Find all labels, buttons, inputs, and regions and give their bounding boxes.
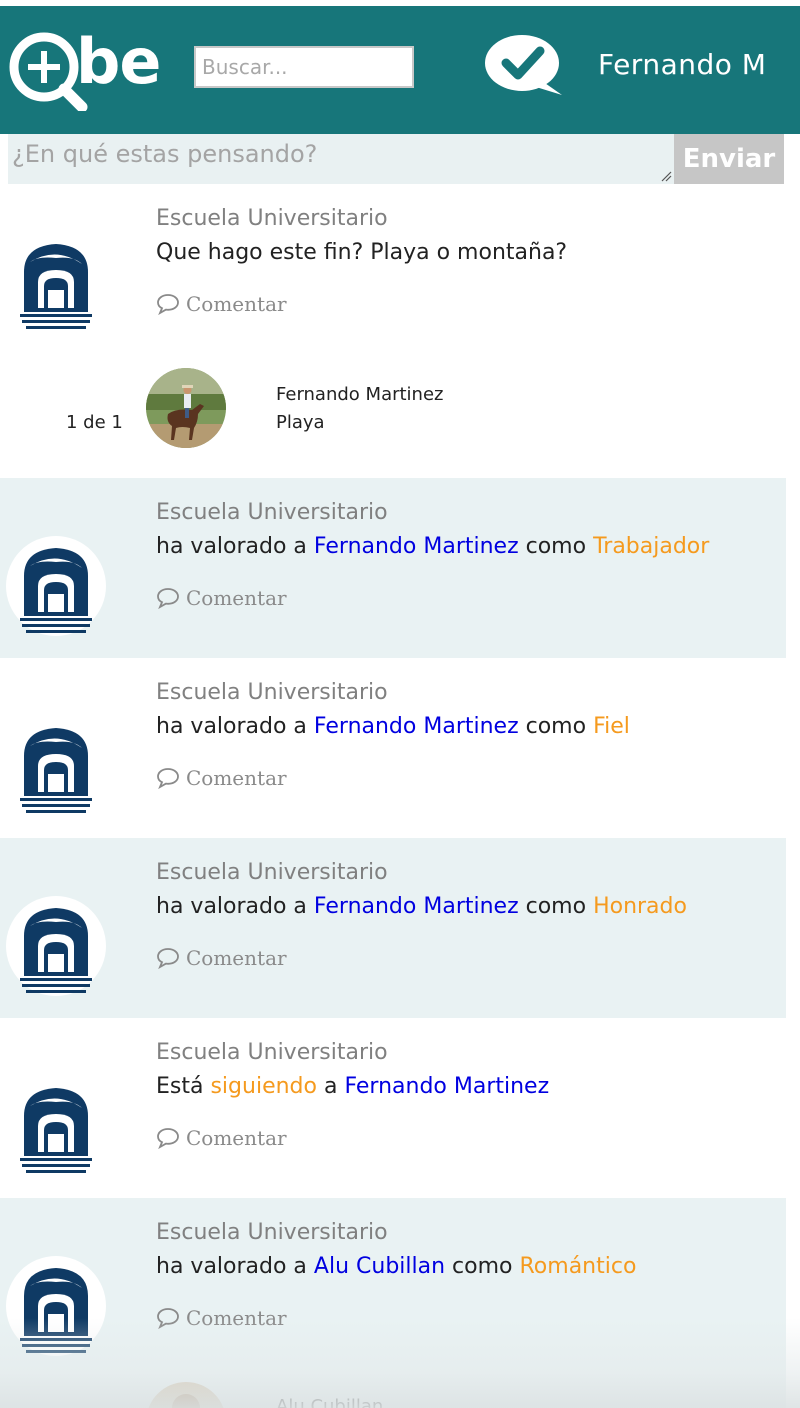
school-logo-icon xyxy=(20,908,92,993)
value-link[interactable]: Honrado xyxy=(593,894,687,919)
answer-user-photo[interactable] xyxy=(146,368,226,448)
post-text: Está siguiendo a Fernando Martinez xyxy=(156,1074,549,1099)
horse-rider-photo xyxy=(146,368,226,448)
value-link[interactable]: Romántico xyxy=(520,1254,637,1279)
speech-bubble-icon xyxy=(157,768,179,789)
text-pre: Está xyxy=(156,1074,211,1099)
speech-bubble-icon xyxy=(157,948,179,969)
comment-label: Comentar xyxy=(186,292,287,316)
feed-post: Escuela Universitario ha valorado a Fern… xyxy=(0,658,786,838)
subject-link[interactable]: Fernando Martinez xyxy=(314,714,519,739)
author-avatar[interactable] xyxy=(6,896,106,996)
comment-button[interactable]: Comentar xyxy=(156,946,287,970)
status-composer[interactable] xyxy=(8,134,674,184)
comment-button[interactable]: Comentar xyxy=(156,766,287,790)
subject-link[interactable]: Fernando Martinez xyxy=(314,534,519,559)
post-author[interactable]: Escuela Universitario xyxy=(156,500,388,525)
answer-user-photo[interactable] xyxy=(146,1382,226,1408)
search-input[interactable] xyxy=(194,46,414,88)
text-pre: ha valorado a xyxy=(156,534,314,559)
answer-text: Playa xyxy=(276,412,325,433)
user-photo xyxy=(146,1382,226,1408)
speech-bubble-icon xyxy=(157,588,179,609)
author-avatar[interactable] xyxy=(6,1256,106,1356)
speech-bubble-icon xyxy=(157,294,179,315)
answer-user-name[interactable]: Alu Cubillan xyxy=(276,1396,383,1408)
post-text: ha valorado a Fernando Martinez como Tra… xyxy=(156,534,709,559)
comment-label: Comentar xyxy=(186,586,287,610)
text-mid: a xyxy=(316,1074,345,1099)
value-link[interactable]: Fiel xyxy=(593,714,630,739)
post-author[interactable]: Escuela Universitario xyxy=(156,1040,388,1065)
text-pre: ha valorado a xyxy=(156,714,314,739)
subject-link[interactable]: Alu Cubillan xyxy=(314,1254,445,1279)
post-author[interactable]: Escuela Universitario xyxy=(156,206,388,231)
feed-post: Escuela Universitario ha valorado a Alu … xyxy=(0,1198,786,1408)
comment-button[interactable]: Comentar xyxy=(156,1306,287,1330)
feed-post: Escuela Universitario ha valorado a Fern… xyxy=(0,478,786,658)
post-author[interactable]: Escuela Universitario xyxy=(156,680,388,705)
subject-link[interactable]: Fernando Martinez xyxy=(314,894,519,919)
feed-post: Escuela Universitario ha valorado a Fern… xyxy=(0,838,786,1018)
school-logo-icon xyxy=(20,1268,92,1353)
post-text: ha valorado a Alu Cubillan como Romántic… xyxy=(156,1254,636,1279)
text-mid: como xyxy=(518,534,594,559)
logo-text: be xyxy=(76,25,161,98)
speech-bubble-icon xyxy=(157,1128,179,1149)
send-button[interactable]: Enviar xyxy=(674,134,784,184)
speech-bubble-icon xyxy=(157,1308,179,1329)
text-mid: como xyxy=(518,714,594,739)
author-avatar[interactable] xyxy=(6,716,106,816)
answer-user-name[interactable]: Fernando Martinez xyxy=(276,384,443,405)
feed-post: Escuela Universitario Está siguiendo a F… xyxy=(0,1018,786,1198)
app-header: be Fernando M xyxy=(0,6,800,134)
text-mid: como xyxy=(445,1254,520,1279)
comment-label: Comentar xyxy=(186,1126,287,1150)
school-logo-icon xyxy=(20,548,92,633)
resize-grip-icon[interactable] xyxy=(660,170,672,182)
post-author[interactable]: Escuela Universitario xyxy=(156,1220,388,1245)
school-logo-icon xyxy=(20,1088,92,1173)
comment-label: Comentar xyxy=(186,946,287,970)
feed-post: Escuela Universitario Que hago este fin?… xyxy=(0,184,786,478)
school-logo-icon xyxy=(20,244,92,329)
comment-button[interactable]: Comentar xyxy=(156,586,287,610)
user-name[interactable]: Fernando M xyxy=(598,48,766,81)
author-avatar[interactable] xyxy=(6,536,106,636)
check-bubble-icon[interactable] xyxy=(484,33,564,97)
author-avatar[interactable] xyxy=(6,232,106,332)
school-logo-icon xyxy=(20,728,92,813)
comment-label: Comentar xyxy=(186,766,287,790)
post-text: ha valorado a Fernando Martinez como Hon… xyxy=(156,894,687,919)
text-pre: ha valorado a xyxy=(156,1254,314,1279)
comment-label: Comentar xyxy=(186,1306,287,1330)
qbe-logo[interactable]: be xyxy=(8,25,173,115)
answer-counter: 1 de 1 xyxy=(66,412,123,433)
action-link[interactable]: siguiendo xyxy=(210,1074,317,1099)
post-text: Que hago este fin? Playa o montaña? xyxy=(156,240,568,265)
author-avatar[interactable] xyxy=(6,1076,106,1176)
comment-button[interactable]: Comentar xyxy=(156,1126,287,1150)
post-author[interactable]: Escuela Universitario xyxy=(156,860,388,885)
comment-button[interactable]: Comentar xyxy=(156,292,287,316)
text-pre: ha valorado a xyxy=(156,894,314,919)
subject-link[interactable]: Fernando Martinez xyxy=(344,1074,549,1099)
text-mid: como xyxy=(518,894,594,919)
post-text: ha valorado a Fernando Martinez como Fie… xyxy=(156,714,630,739)
value-link[interactable]: Trabajador xyxy=(593,534,709,559)
